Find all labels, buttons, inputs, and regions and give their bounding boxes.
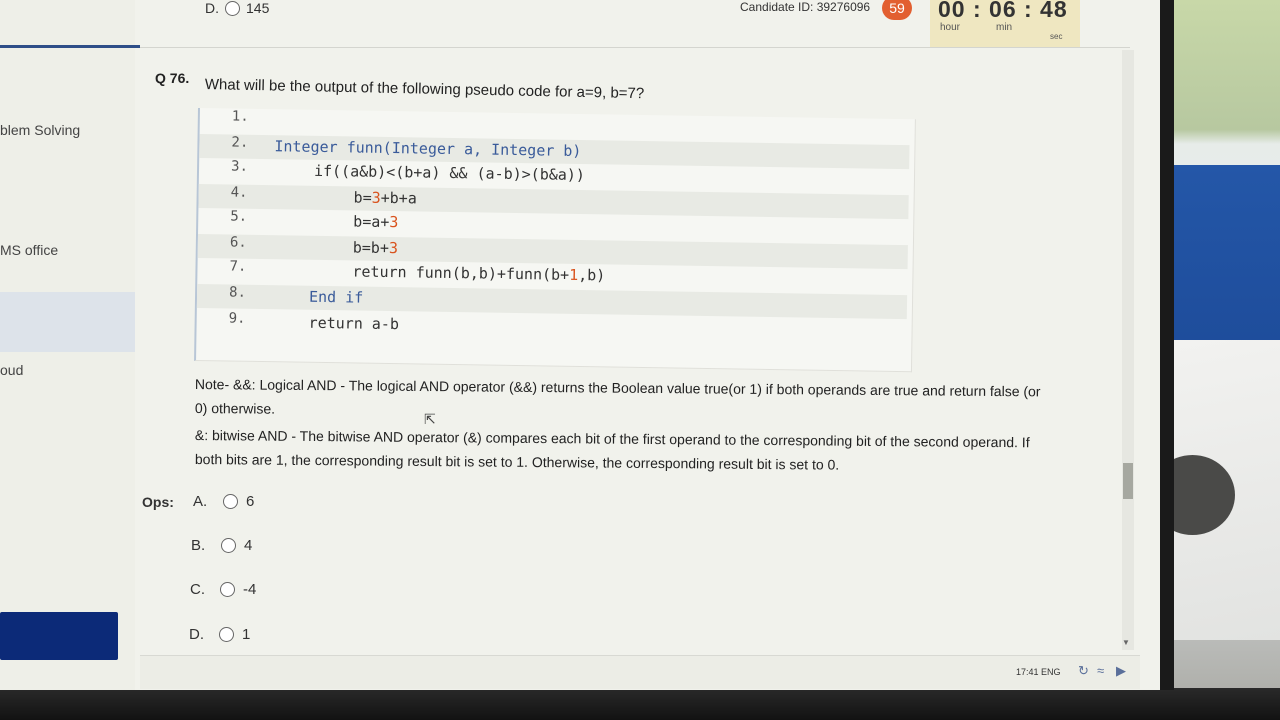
- code-line-number: 4.: [230, 184, 248, 201]
- timer-sec-label: sec: [1050, 32, 1063, 41]
- option-c[interactable]: C. -4: [190, 581, 256, 598]
- note-line-3: &: bitwise AND - The bitwise AND operato…: [194, 427, 1030, 451]
- option-b[interactable]: B. 4: [191, 537, 252, 554]
- wifi-icon[interactable]: ≈: [1097, 663, 1104, 678]
- timer-digits: 00 : 06 : 48: [938, 0, 1068, 22]
- candidate-id: Candidate ID: 39276096: [740, 0, 871, 14]
- code-line-text: return a-b: [308, 313, 400, 334]
- radio-icon[interactable]: [219, 627, 234, 642]
- note-line-4: both bits are 1, the corresponding resul…: [194, 451, 840, 473]
- radio-icon[interactable]: [223, 494, 238, 509]
- options-label: Ops:: [142, 494, 174, 510]
- timer-hour-label: hour: [940, 22, 961, 33]
- code-line-text: b=b+3: [352, 238, 399, 258]
- code-line-text: End if: [308, 287, 364, 307]
- question-text: What will be the output of the following…: [204, 76, 645, 103]
- taskbar: [140, 655, 1140, 689]
- scrollbar-thumb[interactable]: [1123, 463, 1133, 499]
- refresh-icon[interactable]: ↻: [1078, 663, 1089, 679]
- radio-icon[interactable]: [225, 0, 240, 16]
- question-number: Q 76.: [155, 70, 190, 86]
- code-line-number: 1.: [231, 108, 249, 125]
- sidebar-action-button[interactable]: [0, 612, 118, 660]
- power-icon[interactable]: ▶: [1116, 663, 1126, 679]
- monitor-bezel: [0, 688, 1280, 720]
- code-line-text: b=a+3: [353, 212, 399, 232]
- code-line-text: b=3+b+a: [353, 188, 417, 208]
- sidebar: blem Solving MS office oud: [0, 0, 140, 690]
- option-d[interactable]: D. 1: [189, 626, 250, 643]
- sidebar-item-cloud[interactable]: oud: [0, 362, 23, 378]
- mouse-cursor-icon: ⇱: [424, 411, 436, 427]
- countdown-timer: 00 : 06 : 48 hour min sec: [930, 0, 1080, 48]
- code-line-number: 2.: [231, 134, 249, 151]
- taskbar-status: 17:41 ENG: [1016, 667, 1061, 677]
- question-count-badge: 59: [882, 0, 912, 20]
- scrollbar-track[interactable]: [1122, 50, 1134, 650]
- code-line-number: 9.: [228, 310, 246, 327]
- option-a[interactable]: A. 6: [193, 493, 254, 510]
- sidebar-item-problem-solving[interactable]: blem Solving: [0, 122, 80, 138]
- code-line-number: 7.: [229, 258, 247, 275]
- code-line-text: Integer funn(Integer a, Integer b): [274, 137, 582, 161]
- code-line-number: 5.: [230, 208, 248, 225]
- code-line-number: 6.: [229, 234, 247, 251]
- code-line-text: return funn(b,b)+funn(b+1,b): [352, 262, 606, 285]
- radio-icon[interactable]: [221, 538, 236, 553]
- scroll-down-icon[interactable]: ▼: [1122, 638, 1130, 647]
- sidebar-item-ms-office[interactable]: MS office: [0, 242, 58, 258]
- sidebar-item-active[interactable]: [0, 292, 135, 352]
- code-line-text: if((a&b)<(b+a) && (a-b)>(b&a)): [313, 161, 586, 185]
- screen: blem Solving MS office oud D. 145 Candid…: [0, 0, 1174, 690]
- sidebar-accent-line: [0, 45, 140, 48]
- note-line-2: 0) otherwise.: [194, 400, 276, 417]
- code-line-number: 8.: [228, 284, 247, 301]
- code-line-number: 3.: [230, 158, 249, 175]
- radio-icon[interactable]: [220, 582, 235, 597]
- previous-option: D. 145: [205, 0, 270, 16]
- note-line-1: Note- &&: Logical AND - The logical AND …: [194, 376, 1041, 400]
- header-divider: [140, 47, 1130, 48]
- timer-min-label: min: [996, 22, 1013, 33]
- code-block: 1. 2. Integer funn(Integer a, Integer b) 3.…: [194, 108, 916, 373]
